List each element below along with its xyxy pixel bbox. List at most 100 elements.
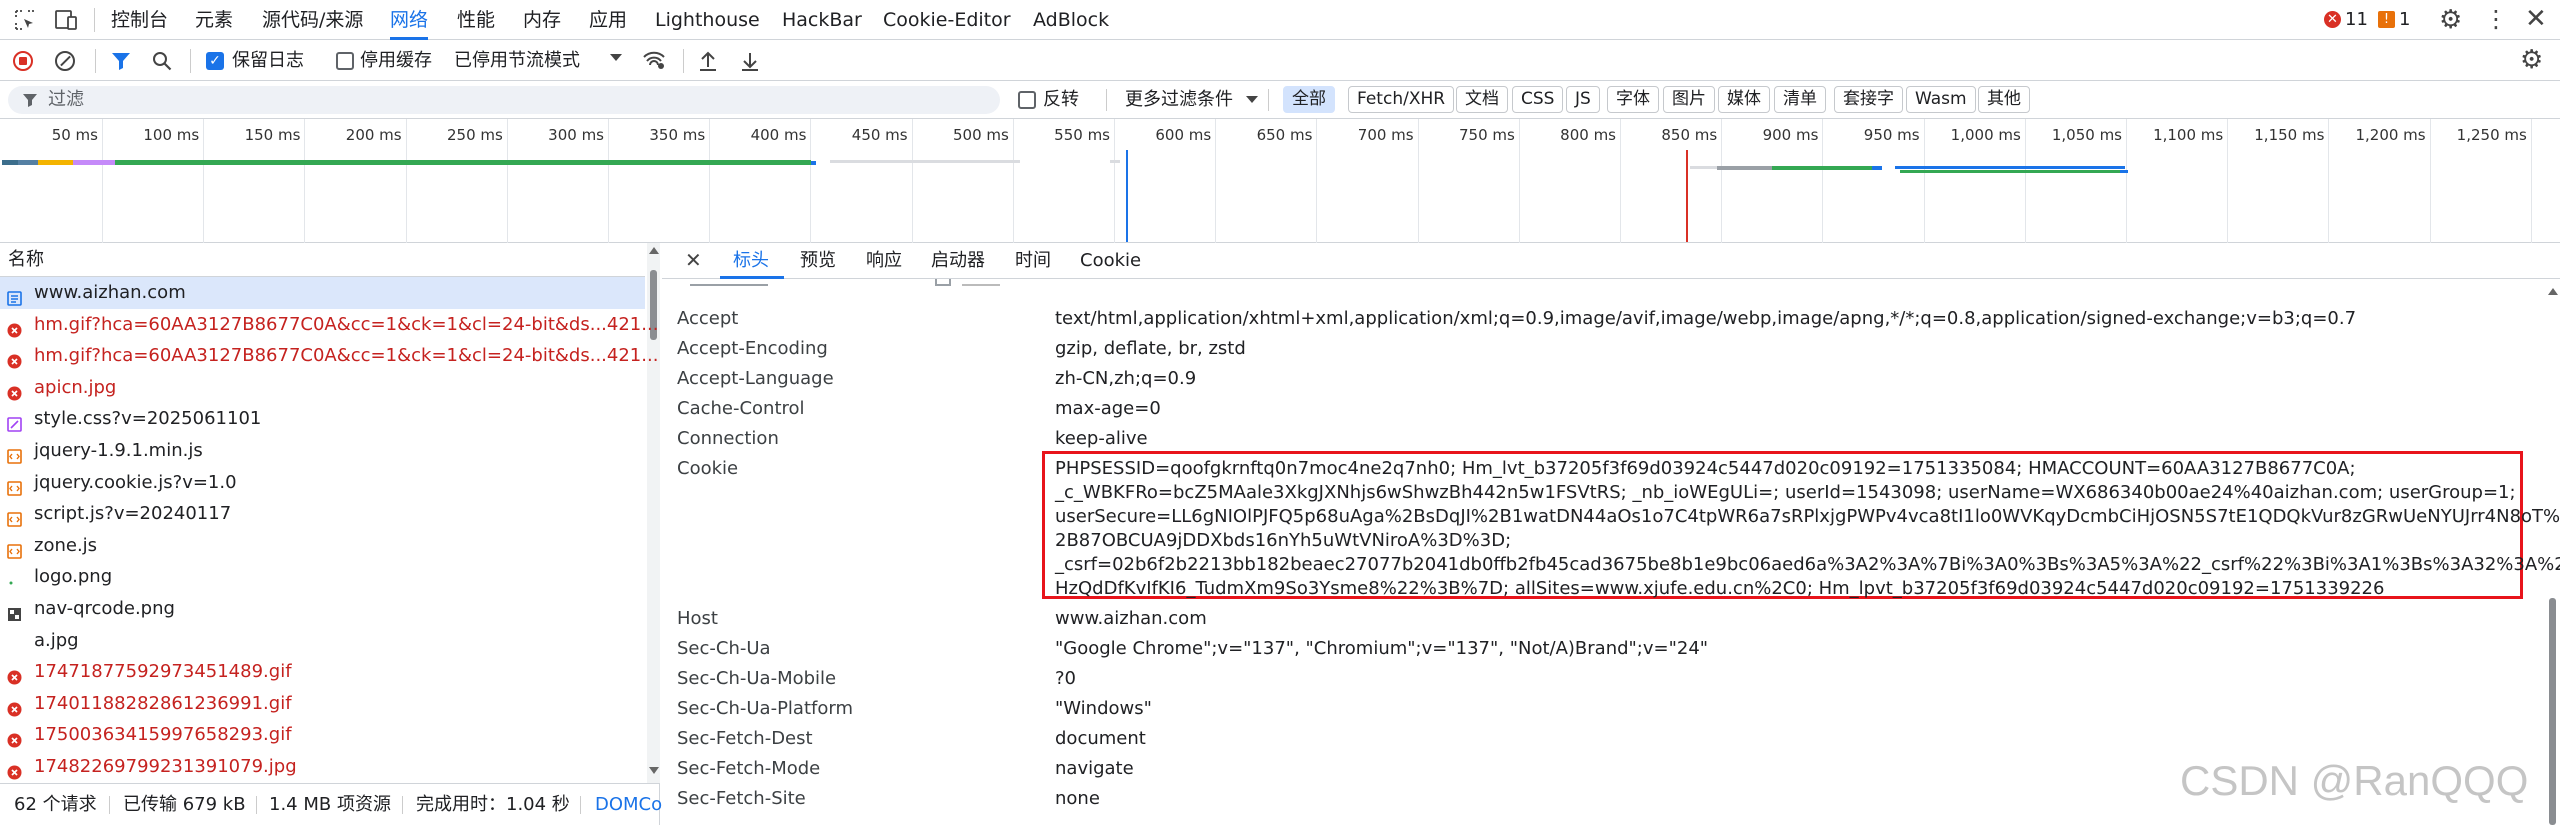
more-options-icon[interactable]: ⋮ <box>2484 6 2508 32</box>
record-stop-icon[interactable] <box>13 51 33 71</box>
request-row[interactable]: jquery-1.9.1.min.js <box>0 435 645 467</box>
cookie-value-line[interactable]: _csrf=02b6f2b2213bb182beaec27077b2041db0… <box>1055 554 2560 575</box>
tab-memory[interactable]: 内存 <box>523 0 561 40</box>
type-filter-manifest[interactable]: 清单 <box>1774 86 1826 113</box>
invert-label[interactable]: 反转 <box>1043 89 1079 111</box>
detail-tab-cookie[interactable]: Cookie <box>1080 250 1141 272</box>
filter-input[interactable]: 过滤 <box>8 86 1000 114</box>
header-value[interactable]: max-age=0 <box>1055 398 1161 419</box>
export-har-icon[interactable] <box>739 49 761 73</box>
header-value[interactable]: zh-CN,zh;q=0.9 <box>1055 368 1196 389</box>
tab-network[interactable]: 网络 <box>390 0 429 40</box>
network-settings-gear-icon[interactable]: ⚙ <box>2520 46 2543 74</box>
header-value[interactable]: "Google Chrome";v="137", "Chromium";v="1… <box>1055 638 1708 659</box>
timeline-gridline <box>1114 119 1115 243</box>
header-value[interactable]: keep-alive <box>1055 428 1148 449</box>
request-row[interactable]: style.css?v=2025061101 <box>0 403 645 435</box>
detail-scrollbar[interactable] <box>2545 280 2560 825</box>
type-filter-js[interactable]: JS <box>1566 86 1600 113</box>
request-list-header[interactable]: 名称 <box>0 243 645 277</box>
tab-elements[interactable]: 元素 <box>195 0 233 40</box>
detail-tab-response[interactable]: 响应 <box>866 250 902 272</box>
request-row[interactable]: logo.png <box>0 561 645 593</box>
detail-tab-initiator[interactable]: 启动器 <box>931 250 985 272</box>
tab-adblock[interactable]: AdBlock <box>1033 0 1109 40</box>
close-detail-icon[interactable]: ✕ <box>685 249 702 271</box>
cookie-value-line[interactable]: 2B87OBCUA9jDDXbds16nYh5uWtVNiroA%3D%3D; <box>1055 530 1511 551</box>
throttling-select[interactable]: 已停用节流模式 <box>454 50 580 72</box>
request-row[interactable]: www.aizhan.com <box>0 277 645 309</box>
device-toolbar-icon[interactable] <box>54 9 78 31</box>
tab-hackbar[interactable]: HackBar <box>782 0 862 40</box>
cookie-value-line[interactable]: _c_WBKFRo=bcZ5MAale3XkgJXNhjs6wShwzBh442… <box>1055 482 2516 503</box>
type-filter-css[interactable]: CSS <box>1512 86 1564 113</box>
filter-funnel-icon[interactable] <box>110 50 132 72</box>
header-value[interactable]: none <box>1055 788 1100 809</box>
disable-cache-checkbox[interactable] <box>336 52 354 70</box>
header-value[interactable]: navigate <box>1055 758 1134 779</box>
cookie-value-line[interactable]: userSecure=LL6gNIOlPJFQ5p68uAga%2BsDqJI%… <box>1055 506 2560 527</box>
detail-tab-headers[interactable]: 标头 <box>733 250 769 272</box>
timeline-gridline <box>2024 119 2026 243</box>
header-value[interactable]: ?0 <box>1055 668 1076 689</box>
disable-cache-label[interactable]: 停用缓存 <box>360 50 432 72</box>
request-row[interactable]: hm.gif?hca=60AA3127B8677C0A&cc=1&ck=1&cl… <box>0 340 658 372</box>
timeline-tick-label: 1,200 ms <box>2355 126 2426 144</box>
type-filter-other[interactable]: 其他 <box>1978 86 2030 113</box>
request-row[interactable]: nav-qrcode.png <box>0 593 645 625</box>
request-row[interactable]: zone.js <box>0 530 645 562</box>
detail-tab-timing[interactable]: 时间 <box>1015 250 1051 272</box>
network-conditions-icon[interactable] <box>642 49 666 71</box>
request-row[interactable]: 17500363415997658293.gif <box>0 719 645 751</box>
type-filter-media[interactable]: 媒体 <box>1718 86 1770 113</box>
cookie-value-line[interactable]: HzQdDfKvIfKI6_TudmXm9So3Ysme8%22%3B%7D; … <box>1055 578 2384 599</box>
js-file-icon <box>7 475 22 496</box>
import-har-icon[interactable] <box>697 49 719 73</box>
timeline-gridline <box>1215 119 1217 243</box>
type-filter-img[interactable]: 图片 <box>1663 86 1715 113</box>
tab-sources[interactable]: 源代码/来源 <box>262 0 363 40</box>
chevron-down-icon[interactable] <box>610 54 622 61</box>
tab-console[interactable]: 控制台 <box>111 0 168 40</box>
error-icon[interactable]: ✕ <box>2324 11 2341 28</box>
type-filter-all[interactable]: 全部 <box>1283 86 1335 113</box>
more-filters-dropdown[interactable]: 更多过滤条件 <box>1125 89 1233 111</box>
tab-application[interactable]: 应用 <box>589 0 627 40</box>
preserve-log-checkbox[interactable]: ✓ <box>206 52 224 70</box>
request-row[interactable]: hm.gif?hca=60AA3127B8677C0A&cc=1&ck=1&cl… <box>0 309 658 341</box>
search-icon[interactable] <box>151 50 173 72</box>
inspect-element-icon[interactable] <box>14 9 36 31</box>
close-devtools-icon[interactable]: ✕ <box>2525 5 2547 33</box>
header-value[interactable]: "Windows" <box>1055 698 1152 719</box>
warning-icon[interactable]: ! <box>2378 11 2395 28</box>
request-row[interactable]: 17401188282861236991.gif <box>0 688 645 720</box>
header-value[interactable]: gzip, deflate, br, zstd <box>1055 338 1246 359</box>
chevron-down-icon[interactable] <box>1246 96 1258 103</box>
type-filter-socket[interactable]: 套接字 <box>1834 86 1903 113</box>
clear-icon[interactable] <box>55 51 75 71</box>
request-row[interactable]: a.jpg <box>0 625 645 657</box>
header-value[interactable]: text/html,application/xhtml+xml,applicat… <box>1055 308 2356 329</box>
request-row[interactable]: 17471877592973451489.gif <box>0 656 645 688</box>
header-value[interactable]: document <box>1055 728 1146 749</box>
request-row[interactable]: script.js?v=20240117 <box>0 498 645 530</box>
error-count[interactable]: 11 <box>2345 9 2368 31</box>
tab-cookie-editor[interactable]: Cookie-Editor <box>883 0 1011 40</box>
type-filter-fetch-xhr[interactable]: Fetch/XHR <box>1348 86 1455 113</box>
request-row[interactable]: 17482269799231391079.jpg <box>0 751 645 783</box>
preserve-log-label[interactable]: 保留日志 <box>232 50 304 72</box>
cookie-value-line[interactable]: PHPSESSID=qoofgkrnftq0n7moc4ne2q7nh0; Hm… <box>1055 458 2356 479</box>
warning-count[interactable]: 1 <box>2399 9 2410 31</box>
type-filter-font[interactable]: 字体 <box>1607 86 1659 113</box>
type-filter-wasm[interactable]: Wasm <box>1906 86 1976 113</box>
request-row[interactable]: apicn.jpg <box>0 372 645 404</box>
type-filter-doc[interactable]: 文档 <box>1456 86 1508 113</box>
header-value[interactable]: www.aizhan.com <box>1055 608 1207 629</box>
column-name-header[interactable]: 名称 <box>8 249 44 271</box>
settings-gear-icon[interactable]: ⚙ <box>2439 7 2462 33</box>
tab-lighthouse[interactable]: Lighthouse <box>655 0 760 40</box>
tab-performance[interactable]: 性能 <box>457 0 495 40</box>
request-row[interactable]: jquery.cookie.js?v=1.0 <box>0 467 645 499</box>
invert-checkbox[interactable] <box>1018 91 1036 109</box>
detail-tab-preview[interactable]: 预览 <box>800 250 836 272</box>
